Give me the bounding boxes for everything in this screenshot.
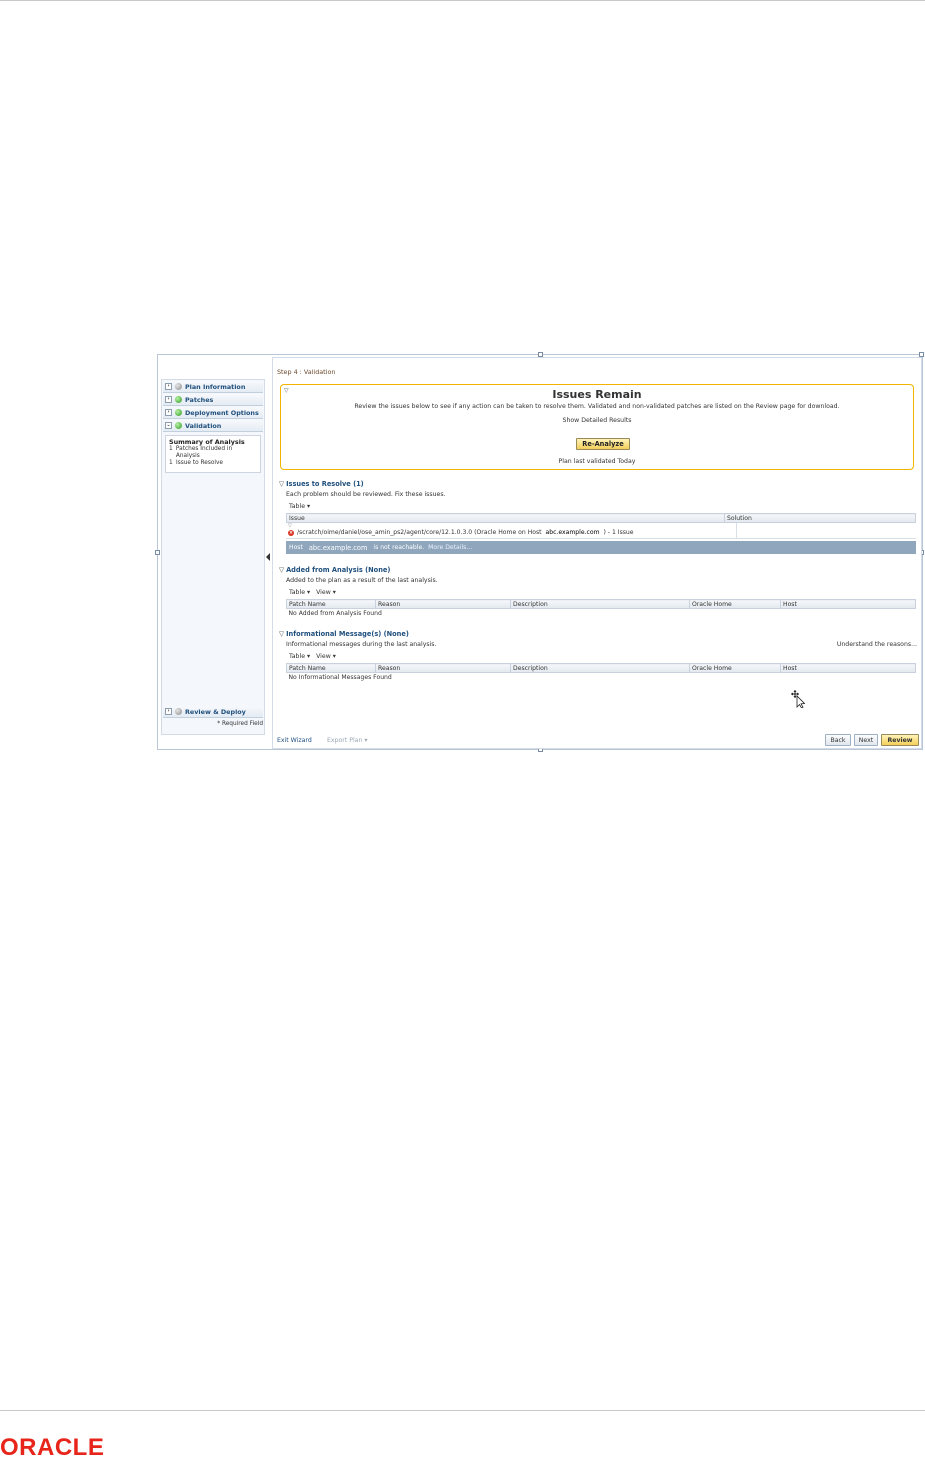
empty-table-message: No Informational Messages Found xyxy=(288,673,392,681)
nav-item-validation[interactable]: ⌄ Validation xyxy=(163,420,263,432)
column-header-oracle-home[interactable]: Oracle Home xyxy=(689,663,781,673)
status-green-icon xyxy=(175,422,182,429)
step-title: Step 4 : Validation xyxy=(277,368,336,376)
wizard-nav: › Plan Information › Patches › Deploymen… xyxy=(161,379,265,735)
error-icon: × xyxy=(288,530,294,536)
issues-toolbar: Table ▾ xyxy=(286,501,313,511)
added-from-analysis-desc: Added to the plan as a result of the las… xyxy=(286,577,438,584)
added-toolbar: Table ▾ View ▾ xyxy=(286,587,339,597)
collapse-triangle-icon[interactable]: ▽ xyxy=(279,566,284,574)
column-header-reason[interactable]: Reason xyxy=(375,599,511,609)
exit-wizard-link[interactable]: Exit Wizard xyxy=(277,737,312,744)
export-plan-menu[interactable]: Export Plan ▾ xyxy=(327,737,367,744)
expand-icon[interactable]: › xyxy=(165,708,172,715)
view-menu[interactable]: View ▾ xyxy=(313,589,339,596)
resize-handle[interactable] xyxy=(155,550,160,555)
host-name: abc.example.com xyxy=(543,529,602,536)
informational-messages-header[interactable]: ▽ Informational Message(s) (None) xyxy=(279,630,409,638)
expand-triangle-icon[interactable]: ▽ xyxy=(288,523,292,529)
table-menu[interactable]: Table ▾ xyxy=(286,653,313,660)
issues-table: Issue Solution xyxy=(286,513,916,523)
collapse-triangle-icon[interactable]: ▽ xyxy=(279,630,284,638)
move-cursor-icon xyxy=(791,690,805,708)
issues-to-resolve-header[interactable]: ▽ Issues to Resolve (1) xyxy=(279,480,364,488)
column-header-solution[interactable]: Solution xyxy=(724,513,916,523)
expand-icon[interactable]: › xyxy=(165,383,172,390)
re-analyze-button[interactable]: Re-Analyze xyxy=(576,438,630,450)
column-header-host[interactable]: Host xyxy=(780,663,916,673)
next-button[interactable]: Next xyxy=(854,734,878,746)
nav-item-plan-information[interactable]: › Plan Information xyxy=(163,381,263,393)
column-header-description[interactable]: Description xyxy=(510,599,690,609)
issues-to-resolve-desc: Each problem should be reviewed. Fix the… xyxy=(286,491,446,498)
column-header-description[interactable]: Description xyxy=(510,663,690,673)
informational-desc: Informational messages during the last a… xyxy=(286,641,437,648)
added-table: Patch Name Reason Description Oracle Hom… xyxy=(286,599,916,618)
summary-row: 1 Issue to Resolve xyxy=(169,460,224,466)
nav-item-deployment-options[interactable]: › Deployment Options xyxy=(163,407,263,419)
last-validated-text: Plan last validated Today xyxy=(558,458,636,465)
view-menu[interactable]: View ▾ xyxy=(313,653,339,660)
informational-table: Patch Name Reason Description Oracle Hom… xyxy=(286,663,916,682)
main-panel: Step 4 : Validation ▽ Issues Remain Revi… xyxy=(272,357,922,749)
issue-detail-row-selected[interactable]: Host abc.example.com is not reachable. M… xyxy=(286,541,916,554)
screenshot-frame: › Plan Information › Patches › Deploymen… xyxy=(155,352,924,752)
status-green-icon xyxy=(175,409,182,416)
expand-icon[interactable]: › xyxy=(165,396,172,403)
review-button[interactable]: Review xyxy=(881,734,919,746)
status-green-icon xyxy=(175,396,182,403)
issue-row[interactable]: ▽ × /scratch/oime/daniel/ose_amin_ps2/ag… xyxy=(286,523,916,539)
informational-toolbar: Table ▾ View ▾ xyxy=(286,651,339,661)
issues-remain-title: Issues Remain xyxy=(552,388,642,401)
summary-row: 1 Patches Included in Analysis xyxy=(169,446,233,459)
column-divider xyxy=(736,523,737,539)
more-details-link[interactable]: More Details... xyxy=(428,544,472,551)
nav-item-review-deploy[interactable]: › Review & Deploy xyxy=(163,706,263,718)
issues-description: Review the issues below to see if any ac… xyxy=(354,403,840,410)
required-field-note: * Required Field xyxy=(217,721,263,727)
table-menu[interactable]: Table ▾ xyxy=(286,589,313,596)
panel-splitter-handle[interactable] xyxy=(266,551,270,563)
page-top-rule xyxy=(0,0,925,1)
wizard-footer: Exit Wizard Export Plan ▾ Back Next Revi… xyxy=(275,734,919,748)
issues-remain-box: ▽ Issues Remain Review the issues below … xyxy=(280,384,914,470)
nav-item-patches[interactable]: › Patches xyxy=(163,394,263,406)
expand-icon[interactable]: › xyxy=(165,409,172,416)
collapse-triangle-icon[interactable]: ▽ xyxy=(279,480,284,488)
added-from-analysis-header[interactable]: ▽ Added from Analysis (None) xyxy=(279,566,390,574)
status-grey-icon xyxy=(175,708,182,715)
understand-reasons-link[interactable]: Understand the reasons... xyxy=(837,641,917,648)
table-menu[interactable]: Table ▾ xyxy=(286,503,313,510)
column-header-oracle-home[interactable]: Oracle Home xyxy=(689,599,781,609)
summary-of-analysis: Summary of Analysis 1 Patches Included i… xyxy=(165,435,261,473)
status-grey-icon xyxy=(175,383,182,390)
host-name: abc.example.com xyxy=(306,543,370,552)
oracle-logo: ORACLE xyxy=(0,1434,105,1458)
column-header-reason[interactable]: Reason xyxy=(375,663,511,673)
show-detailed-results-link[interactable]: Show Detailed Results xyxy=(281,417,913,424)
column-header-patch-name[interactable]: Patch Name xyxy=(286,599,376,609)
nav-bottom: › Review & Deploy * Required Field xyxy=(162,705,264,727)
column-header-patch-name[interactable]: Patch Name xyxy=(286,663,376,673)
collapse-icon[interactable]: ⌄ xyxy=(165,422,172,429)
page-bottom-rule xyxy=(0,1410,925,1411)
column-header-host[interactable]: Host xyxy=(780,599,916,609)
summary-title: Summary of Analysis xyxy=(169,438,245,446)
column-header-issue[interactable]: Issue xyxy=(286,513,725,523)
back-button[interactable]: Back xyxy=(825,734,851,746)
empty-table-message: No Added from Analysis Found xyxy=(288,609,382,617)
